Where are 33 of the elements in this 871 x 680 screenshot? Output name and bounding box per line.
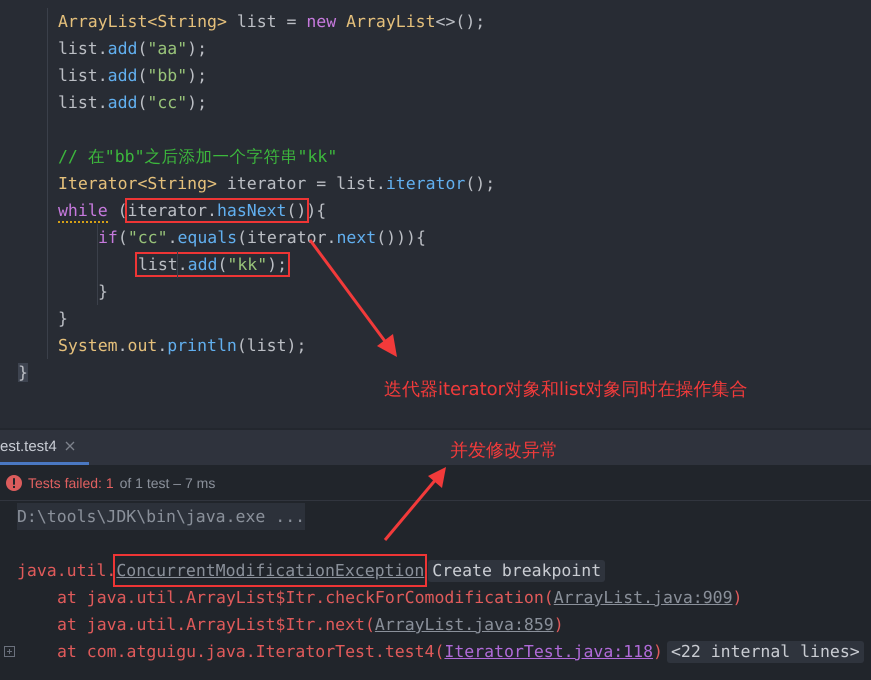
expand-icon[interactable]	[4, 646, 15, 657]
source-link[interactable]: ConcurrentModificationException	[116, 557, 424, 584]
code-line: while (iterator.hasNext()){	[58, 197, 326, 224]
source-link[interactable]: ArrayList.java:909	[554, 584, 733, 611]
source-link[interactable]: IteratorTest.java:118	[444, 638, 654, 665]
annotation-text: 并发修改异常	[450, 439, 558, 462]
error-text: java.util.	[17, 560, 116, 582]
code-line: }	[98, 281, 108, 303]
status-summary: Tests failed: 1	[28, 474, 114, 490]
run-tab[interactable]: est.test4	[0, 430, 89, 465]
status-detail: of 1 test – 7 ms	[120, 474, 216, 490]
annotation-text: 迭代器iterator对象和list对象同时在操作集合	[384, 378, 748, 401]
code-line: if("cc".equals(iterator.next())){	[98, 227, 426, 249]
code-line: list.add("kk");	[138, 251, 288, 278]
error-text: at com.atguigu.java.IteratorTest.test4(	[57, 641, 444, 663]
code-line: Iterator<String> iterator = list.iterator();	[58, 173, 496, 195]
error-text: at java.util.ArrayList$Itr.next(	[57, 614, 375, 636]
code-line: System.out.println(list);	[58, 335, 306, 357]
error-text: )	[554, 614, 564, 636]
close-icon[interactable]	[64, 441, 75, 451]
inline-action[interactable]: <22 internal lines>	[666, 640, 864, 662]
error-text: at java.util.ArrayList$Itr.checkForComodification(	[57, 587, 554, 609]
source-link[interactable]: ArrayList.java:859	[374, 611, 554, 638]
code-line: list.add("cc");	[58, 92, 208, 114]
inline-action[interactable]: Create breakpoint	[428, 560, 606, 582]
code-line: }	[58, 308, 68, 330]
command-text: D:\tools\JDK\bin\java.exe ...	[17, 503, 306, 530]
code-line: list.add("bb");	[58, 65, 208, 87]
error-text: )	[732, 587, 742, 609]
code-line: ArrayList<String> list = new ArrayList<>();	[58, 11, 486, 33]
code-line: // 在"bb"之后添加一个字符串"kk"	[58, 146, 338, 168]
code-line: list.add("aa");	[58, 38, 208, 60]
error-text: )	[653, 641, 663, 663]
